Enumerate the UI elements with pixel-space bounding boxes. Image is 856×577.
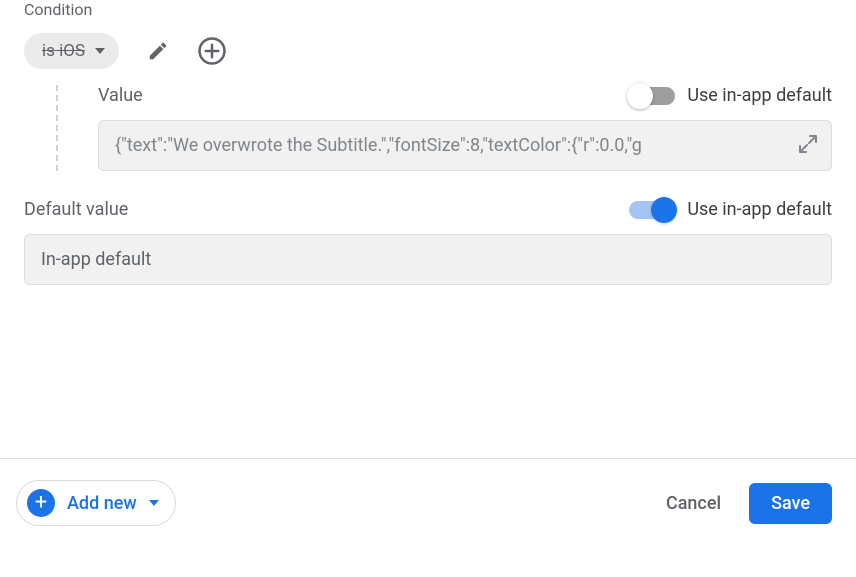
value-label: Value	[98, 85, 143, 106]
connector-line	[56, 85, 58, 171]
value-toggle-label: Use in-app default	[687, 85, 832, 106]
save-button[interactable]: Save	[749, 483, 832, 524]
cancel-button[interactable]: Cancel	[666, 493, 721, 514]
default-use-default-toggle[interactable]	[629, 201, 675, 219]
expand-icon[interactable]	[796, 132, 820, 160]
value-input[interactable]: {"text":"We overwrote the Subtitle.","fo…	[98, 120, 832, 171]
chevron-down-icon	[95, 48, 105, 54]
default-value-input[interactable]: In-app default	[24, 234, 832, 285]
condition-section-label: Condition	[24, 0, 832, 19]
chevron-down-icon	[149, 500, 159, 506]
toggle-knob	[651, 197, 677, 223]
value-block: Value Use in-app default {"text":"We ove…	[24, 85, 832, 171]
condition-chip[interactable]: is iOS	[24, 33, 119, 69]
add-new-button[interactable]: + Add new	[16, 480, 176, 526]
plus-icon: +	[27, 489, 55, 517]
add-condition-icon[interactable]	[197, 36, 227, 66]
footer: + Add new Cancel Save	[0, 480, 856, 526]
divider	[0, 458, 856, 459]
value-use-default-toggle[interactable]	[629, 87, 675, 105]
condition-chip-text: is iOS	[42, 41, 85, 61]
toggle-knob	[627, 83, 653, 109]
add-new-label: Add new	[67, 493, 137, 514]
edit-icon[interactable]	[147, 40, 169, 62]
default-value-section: Default value Use in-app default In-app …	[24, 199, 832, 285]
default-value-label: Default value	[24, 199, 128, 220]
condition-row: is iOS	[24, 33, 832, 69]
default-toggle-label: Use in-app default	[687, 199, 832, 220]
